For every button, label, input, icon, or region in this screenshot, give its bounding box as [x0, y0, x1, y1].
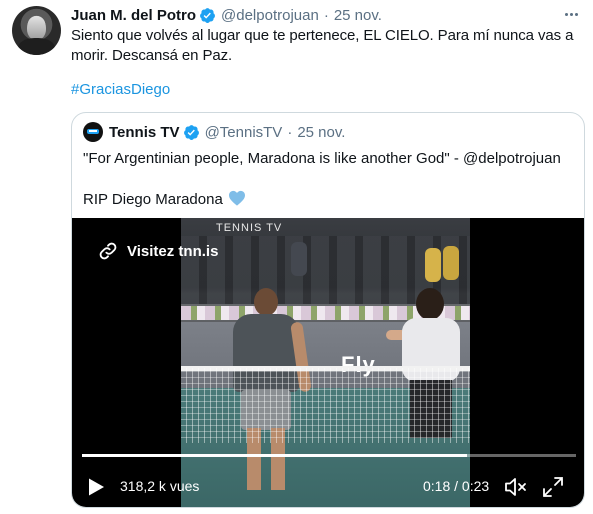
quote-author-name: Tennis TV — [109, 123, 180, 141]
quote-text-line: RIP Diego Maradona — [83, 190, 578, 210]
video-frame: TENNIS TV Fly — [181, 218, 470, 507]
video-spectator — [425, 248, 441, 282]
link-icon — [99, 242, 117, 260]
tweet-text-line: Siento que volvés al lugar que te perten… — [71, 27, 574, 44]
tweet-text-line: morir. Descansá en Paz. — [71, 47, 233, 64]
verified-badge-icon — [183, 124, 199, 140]
avatar-face — [27, 16, 46, 40]
quote-author-avatar — [83, 122, 103, 142]
hashtag-link[interactable]: #GraciasDiego — [71, 80, 170, 100]
header-separator: · — [323, 6, 329, 24]
more-options-icon[interactable] — [558, 4, 584, 24]
blue-heart-icon — [228, 190, 245, 206]
author-handle[interactable]: @delpotrojuan — [221, 7, 319, 24]
tweet-date[interactable]: 25 nov. — [334, 7, 382, 24]
quote-header: Tennis TV @TennisTV · 25 nov. — [83, 122, 345, 142]
more-dot — [569, 12, 573, 16]
fullscreen-icon[interactable] — [542, 476, 564, 498]
video-time: 0:18 / 0:23 — [423, 478, 490, 494]
avatar-body — [18, 38, 55, 55]
more-dot — [574, 12, 578, 16]
author-avatar[interactable] — [12, 6, 61, 55]
video-controls: 318,2 k vues 0:18 / 0:23 — [72, 468, 584, 504]
figure-head — [254, 288, 278, 316]
quoted-tweet[interactable]: Tennis TV @TennisTV · 25 nov. "For Argen… — [71, 112, 585, 508]
volume-muted-icon[interactable] — [504, 476, 528, 498]
video-view-count: 318,2 k vues — [120, 478, 200, 494]
quote-text-rip: RIP Diego Maradona — [83, 191, 223, 208]
video-progress-bar[interactable] — [82, 454, 576, 457]
video-link-label: Visitez tnn.is — [127, 242, 219, 260]
video-player[interactable]: TENNIS TV Fly Visitez tnn.is 318,2 k vue… — [72, 218, 584, 507]
author-name[interactable]: Juan M. del Potro — [71, 7, 196, 24]
video-spectator — [443, 246, 459, 280]
video-progress-fill — [82, 454, 468, 457]
quote-author-handle: @TennisTV — [204, 123, 283, 141]
play-icon[interactable] — [86, 477, 106, 497]
more-dot — [564, 12, 568, 16]
quote-header-separator: · — [287, 123, 293, 141]
video-spectator — [291, 242, 307, 276]
figure-head — [416, 288, 444, 320]
tweet-header: Juan M. del Potro @delpotrojuan · 25 nov… — [71, 5, 382, 25]
video-overlay-brand: TENNIS TV — [216, 222, 283, 234]
tweet-text: Siento que volvés al lugar que te perten… — [71, 26, 586, 66]
video-net — [181, 368, 470, 443]
tweet[interactable]: Juan M. del Potro @delpotrojuan · 25 nov… — [0, 0, 593, 514]
quote-text-line: "For Argentinian people, Maradona is lik… — [83, 150, 561, 167]
video-link-badge[interactable]: Visitez tnn.is — [98, 240, 218, 262]
verified-badge-icon — [200, 7, 215, 23]
quote-date: 25 nov. — [297, 123, 346, 141]
